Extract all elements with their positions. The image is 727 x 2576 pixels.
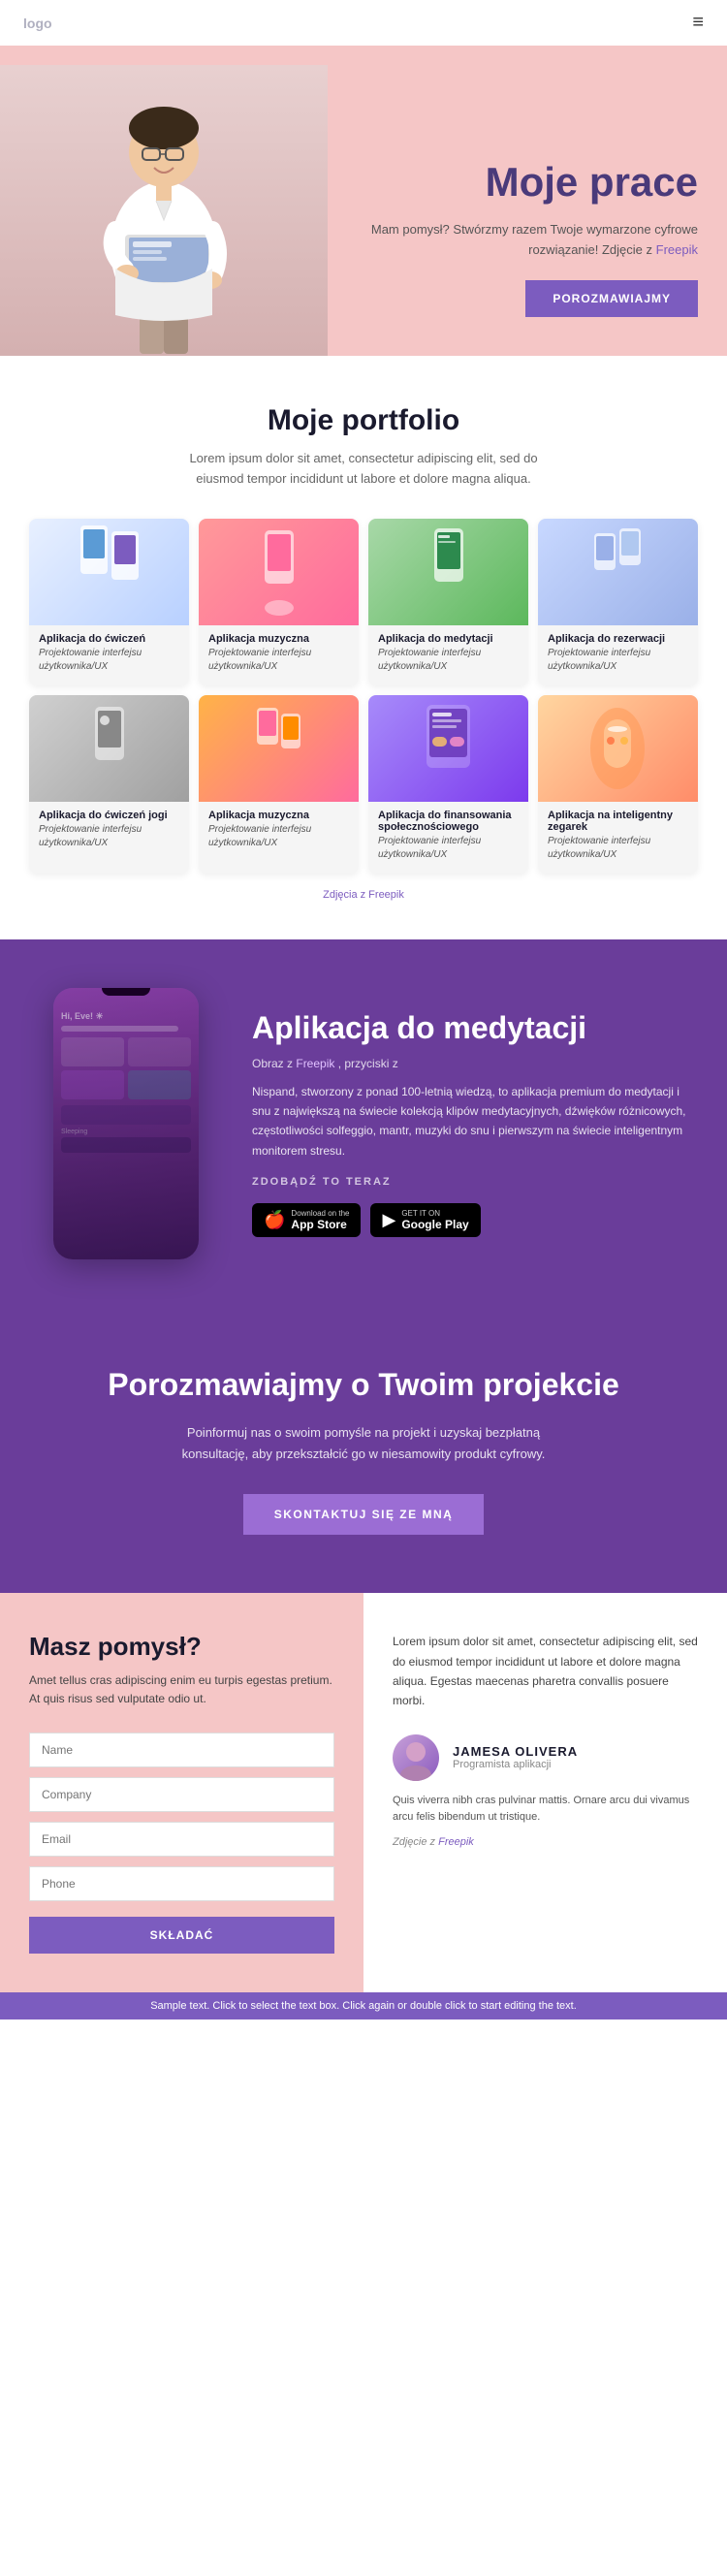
meditation-section: Hi, Eve! ☀ Sleeping Aplikacja do medytac… bbox=[0, 939, 727, 1308]
store-badges: 🍎 Download on the App Store ▶ GET IT ON … bbox=[252, 1203, 698, 1237]
meditation-description: Nispand, stworzony z ponad 100-letnią wi… bbox=[252, 1082, 698, 1161]
hero-person-image bbox=[0, 65, 328, 356]
portfolio-item-8[interactable]: Aplikacja na inteligentny zegarek Projek… bbox=[538, 695, 698, 874]
contact-section: Masz pomysł? Amet tellus cras adipiscing… bbox=[0, 1593, 727, 1991]
portfolio-item-5[interactable]: Aplikacja do ćwiczeń jogi Projektowanie … bbox=[29, 695, 189, 874]
portfolio-app-name-5: Aplikacja do ćwiczeń jogi bbox=[39, 810, 179, 821]
testimonial-author: JAMESA OLIVERA Programista aplikacji bbox=[393, 1734, 698, 1781]
portfolio-category-2: Projektowanie interfejsu użytkownika/UX bbox=[208, 647, 349, 674]
portfolio-category-1: Projektowanie interfejsu użytkownika/UX bbox=[39, 647, 179, 674]
testimonial-credit: Zdjęcie z Freepik bbox=[393, 1836, 698, 1848]
hero-person-svg bbox=[77, 75, 251, 356]
freepik-portfolio-link[interactable]: Zdjęcia z Freepik bbox=[323, 889, 404, 901]
meditation-phone-area: Hi, Eve! ☀ Sleeping bbox=[29, 988, 223, 1259]
meditation-subtitle: Obraz z Freepik , przyciski z bbox=[252, 1057, 698, 1070]
portfolio-app-name-8: Aplikacja na inteligentny zegarek bbox=[548, 810, 688, 833]
portfolio-item-4[interactable]: Aplikacja do rezerwacji Projektowanie in… bbox=[538, 519, 698, 685]
portfolio-thumb-5 bbox=[29, 695, 189, 802]
portfolio-item-6[interactable]: Aplikacja muzyczna Projektowanie interfe… bbox=[199, 695, 359, 874]
portfolio-item-2[interactable]: Aplikacja muzyczna Projektowanie interfe… bbox=[199, 519, 359, 685]
portfolio-item-3[interactable]: Aplikacja do medytacji Projektowanie int… bbox=[368, 519, 528, 685]
portfolio-thumb-8 bbox=[538, 695, 698, 802]
contact-title: Masz pomysł? bbox=[29, 1632, 334, 1662]
author-role: Programista aplikacji bbox=[453, 1759, 578, 1770]
meditation-cta-text: ZDOBĄDŹ TO TERAZ bbox=[252, 1176, 698, 1188]
contact-form: SKŁADAĆ bbox=[29, 1733, 334, 1954]
meditation-content: Aplikacja do medytacji Obraz z Freepik ,… bbox=[252, 1009, 698, 1237]
testimonial-text: Lorem ipsum dolor sit amet, consectetur … bbox=[393, 1632, 698, 1711]
company-input[interactable] bbox=[29, 1777, 334, 1812]
portfolio-section: Moje portfolio Lorem ipsum dolor sit ame… bbox=[0, 356, 727, 939]
author-avatar bbox=[393, 1734, 439, 1781]
freepik-link[interactable]: Freepik bbox=[656, 242, 698, 257]
cta-description: Poinformuj nas o swoim pomyśle na projek… bbox=[179, 1422, 548, 1465]
hero-cta-button[interactable]: POROZMAWIAJMY bbox=[525, 280, 698, 317]
portfolio-app-name-6: Aplikacja muzyczna bbox=[208, 810, 349, 821]
portfolio-app-name-4: Aplikacja do rezerwacji bbox=[548, 633, 688, 645]
portfolio-thumb-3 bbox=[368, 519, 528, 625]
portfolio-grid-row1: Aplikacja do ćwiczeń Projektowanie inter… bbox=[29, 519, 698, 685]
portfolio-app-name-7: Aplikacja do finansowania społecznościow… bbox=[378, 810, 519, 833]
email-input[interactable] bbox=[29, 1822, 334, 1857]
portfolio-app-name-3: Aplikacja do medytacji bbox=[378, 633, 519, 645]
google-play-badge[interactable]: ▶ GET IT ON Google Play bbox=[370, 1203, 480, 1237]
contact-description: Amet tellus cras adipiscing enim eu turp… bbox=[29, 1671, 334, 1708]
portfolio-category-3: Projektowanie interfejsu użytkownika/UX bbox=[378, 647, 519, 674]
name-input[interactable] bbox=[29, 1733, 334, 1767]
portfolio-grid-row2: Aplikacja do ćwiczeń jogi Projektowanie … bbox=[29, 695, 698, 874]
portfolio-title: Moje portfolio bbox=[29, 404, 698, 437]
portfolio-category-8: Projektowanie interfejsu użytkownika/UX bbox=[548, 835, 688, 862]
cta-section: Porozmawiajmy o Twoim projekcie Poinform… bbox=[0, 1308, 727, 1594]
meditation-title: Aplikacja do medytacji bbox=[252, 1009, 698, 1046]
contact-left-panel: Masz pomysł? Amet tellus cras adipiscing… bbox=[0, 1593, 364, 1991]
google-play-icon: ▶ bbox=[382, 1210, 395, 1230]
apple-icon: 🍎 bbox=[264, 1210, 285, 1230]
sample-text-content: Sample text. Click to select the text bo… bbox=[150, 2000, 577, 2012]
portfolio-category-5: Projektowanie interfejsu użytkownika/UX bbox=[39, 823, 179, 850]
author-name: JAMESA OLIVERA bbox=[453, 1744, 578, 1759]
portfolio-category-7: Projektowanie interfejsu użytkownika/UX bbox=[378, 835, 519, 862]
hero-section: Moje prace Mam pomysł? Stwórzmy razem Tw… bbox=[0, 46, 727, 356]
hero-title: Moje prace bbox=[337, 160, 699, 205]
meditation-phone-mockup: Hi, Eve! ☀ Sleeping bbox=[53, 988, 199, 1259]
portfolio-thumb-7 bbox=[368, 695, 528, 802]
app-store-badge[interactable]: 🍎 Download on the App Store bbox=[252, 1203, 361, 1237]
portfolio-app-name-1: Aplikacja do ćwiczeń bbox=[39, 633, 179, 645]
hero-image-area bbox=[0, 65, 328, 356]
portfolio-app-name-2: Aplikacja muzyczna bbox=[208, 633, 349, 645]
portfolio-item-7[interactable]: Aplikacja do finansowania społecznościow… bbox=[368, 695, 528, 874]
testimonial-freepik-link[interactable]: Freepik bbox=[438, 1836, 474, 1848]
hero-content: Moje prace Mam pomysł? Stwórzmy razem Tw… bbox=[328, 121, 727, 356]
portfolio-category-6: Projektowanie interfejsu użytkownika/UX bbox=[208, 823, 349, 850]
contact-right-panel: Lorem ipsum dolor sit amet, consectetur … bbox=[364, 1593, 727, 1991]
cta-button[interactable]: SKONTAKTUJ SIĘ ZE MNĄ bbox=[243, 1494, 485, 1535]
meditation-freepik-link[interactable]: Freepik bbox=[296, 1057, 334, 1070]
hamburger-menu-icon[interactable]: ≡ bbox=[692, 12, 704, 34]
portfolio-description: Lorem ipsum dolor sit amet, consectetur … bbox=[170, 449, 557, 490]
portfolio-thumb-1 bbox=[29, 519, 189, 625]
portfolio-category-4: Projektowanie interfejsu użytkownika/UX bbox=[548, 647, 688, 674]
hero-description: Mam pomysł? Stwórzmy razem Twoje wymarzo… bbox=[337, 220, 699, 261]
testimonial-quote: Quis viverra nibh cras pulvinar mattis. … bbox=[393, 1793, 698, 1827]
portfolio-freepik-credit: Zdjęcia z Freepik bbox=[29, 889, 698, 901]
portfolio-thumb-6 bbox=[199, 695, 359, 802]
phone-input[interactable] bbox=[29, 1866, 334, 1901]
sample-text-bar: Sample text. Click to select the text bo… bbox=[0, 1992, 727, 2019]
submit-button[interactable]: SKŁADAĆ bbox=[29, 1917, 334, 1954]
portfolio-thumb-2 bbox=[199, 519, 359, 625]
header: logo ≡ bbox=[0, 0, 727, 46]
portfolio-thumb-4 bbox=[538, 519, 698, 625]
cta-title: Porozmawiajmy o Twoim projekcie bbox=[29, 1366, 698, 1403]
logo: logo bbox=[23, 16, 52, 31]
portfolio-item-1[interactable]: Aplikacja do ćwiczeń Projektowanie inter… bbox=[29, 519, 189, 685]
